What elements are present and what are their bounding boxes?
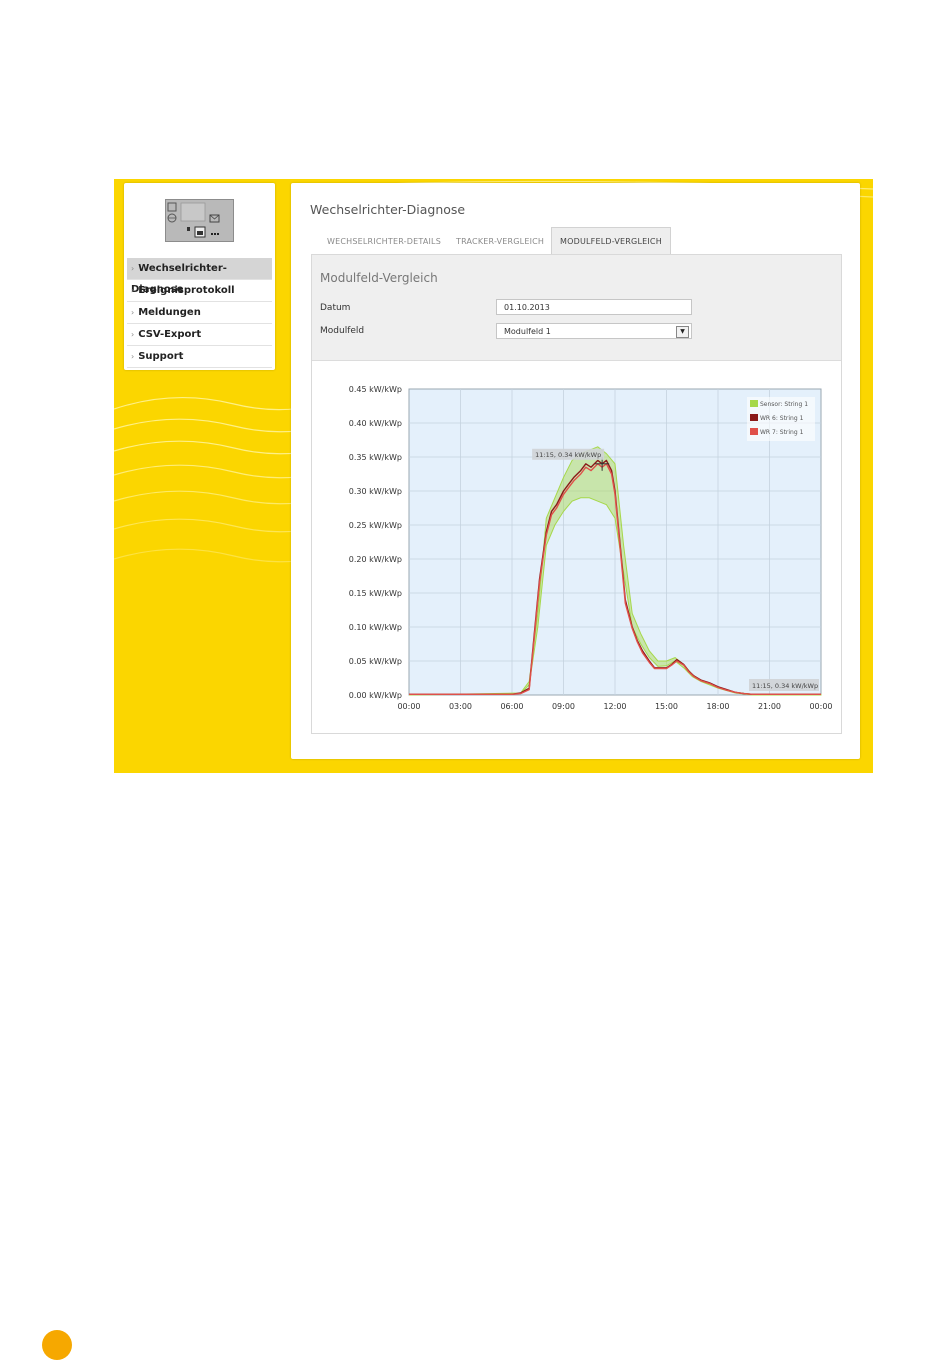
- x-tick-label: 18:00: [706, 702, 729, 711]
- y-tick-label: 0.15 kW/kWp: [349, 589, 402, 598]
- chart-status-label: 11:15, 0.34 kW/kWp: [752, 682, 818, 690]
- datum-input[interactable]: 01.10.2013: [496, 299, 692, 315]
- tab-wechselrichter-details[interactable]: WECHSELRICHTER-DETAILS: [327, 228, 441, 254]
- sidebar-item-label: Meldungen: [138, 307, 201, 318]
- sidebar-item-csv-export[interactable]: › CSV-Export: [127, 324, 272, 346]
- legend-swatch: [750, 414, 758, 421]
- x-tick-label: 09:00: [552, 702, 575, 711]
- legend-label: Sensor: String 1: [760, 401, 808, 408]
- sidebar-item-meldungen[interactable]: › Meldungen: [127, 302, 272, 324]
- y-tick-label: 0.20 kW/kWp: [349, 555, 402, 564]
- y-tick-label: 0.05 kW/kWp: [349, 657, 402, 666]
- legend-label: WR 6: String 1: [760, 415, 804, 422]
- section-title: Modulfeld-Vergleich: [320, 271, 438, 285]
- x-tick-label: 03:00: [449, 702, 472, 711]
- y-tick-label: 0.00 kW/kWp: [349, 691, 402, 700]
- y-tick-label: 0.35 kW/kWp: [349, 453, 402, 462]
- y-tick-label: 0.25 kW/kWp: [349, 521, 402, 530]
- y-tick-label: 0.30 kW/kWp: [349, 487, 402, 496]
- legend-label: WR 7: String 1: [760, 429, 804, 436]
- main-panel: Wechselrichter-Diagnose WECHSELRICHTER-D…: [291, 183, 860, 759]
- x-tick-label: 12:00: [603, 702, 626, 711]
- page-marker: [42, 1330, 72, 1360]
- sidebar-item-label: Support: [138, 351, 184, 362]
- screenshot-frame: › Wechselrichter-Diagnose › Ereignisprotok…: [114, 179, 873, 773]
- modulfeld-select-value: Modulfeld 1: [504, 327, 551, 336]
- page-title: Wechselrichter-Diagnose: [310, 202, 466, 217]
- device-status-icon: [165, 199, 234, 242]
- sidebar-item-label: CSV-Export: [138, 329, 202, 340]
- diagnose-chart[interactable]: 0.00 kW/kWp 0.05 kW/kWp 0.10 kW/kWp 0.15 kW…: [312, 361, 841, 733]
- chart-tooltip-text: 11:15, 0.34 kW/kWp: [535, 451, 601, 459]
- y-tick-label: 0.10 kW/kWp: [349, 623, 402, 632]
- sidebar-nav: › Wechselrichter-Diagnose › Ereignisprotok…: [127, 258, 272, 368]
- tab-bar: WECHSELRICHTER-DETAILS TRACKER-VERGLEICH…: [311, 227, 839, 254]
- x-tick-label: 00:00: [397, 702, 420, 711]
- sidebar-item-ereignisprotokoll[interactable]: › Ereignisprotokoll: [127, 280, 272, 302]
- sidebar-item-wechselrichter-diagnose[interactable]: › Wechselrichter-Diagnose: [127, 258, 272, 295]
- tab-tracker-vergleich[interactable]: TRACKER-VERGLEICH: [456, 228, 544, 254]
- x-tick-label: 21:00: [758, 702, 781, 711]
- tab-content: Modulfeld-Vergleich Datum 01.10.2013 Mod…: [311, 254, 842, 734]
- modulfeld-select[interactable]: Modulfeld 1 ▼: [496, 323, 692, 339]
- y-tick-label: 0.45 kW/kWp: [349, 385, 402, 394]
- x-tick-label: 15:00: [655, 702, 678, 711]
- tab-modulfeld-vergleich[interactable]: MODULFELD-VERGLEICH: [551, 227, 671, 254]
- sidebar-item-support[interactable]: › Support: [127, 346, 272, 368]
- y-tick-label: 0.40 kW/kWp: [349, 419, 402, 428]
- x-tick-label: 00:00: [809, 702, 832, 711]
- x-tick-label: 06:00: [500, 702, 523, 711]
- chevron-down-icon[interactable]: ▼: [676, 326, 689, 338]
- chevron-right-icon: ›: [131, 308, 135, 317]
- filter-form: Modulfeld-Vergleich Datum 01.10.2013 Mod…: [312, 255, 841, 361]
- chevron-right-icon: ›: [131, 264, 135, 273]
- sidebar-item-label: Ereignisprotokoll: [138, 285, 235, 296]
- chevron-right-icon: ›: [131, 286, 135, 295]
- modulfeld-label: Modulfeld: [320, 326, 365, 336]
- sidebar: › Wechselrichter-Diagnose › Ereignisprotok…: [124, 183, 275, 370]
- chevron-right-icon: ›: [131, 352, 135, 361]
- legend-swatch: [750, 400, 758, 407]
- datum-label: Datum: [320, 303, 351, 313]
- chevron-right-icon: ›: [131, 330, 135, 339]
- legend-swatch: [750, 428, 758, 435]
